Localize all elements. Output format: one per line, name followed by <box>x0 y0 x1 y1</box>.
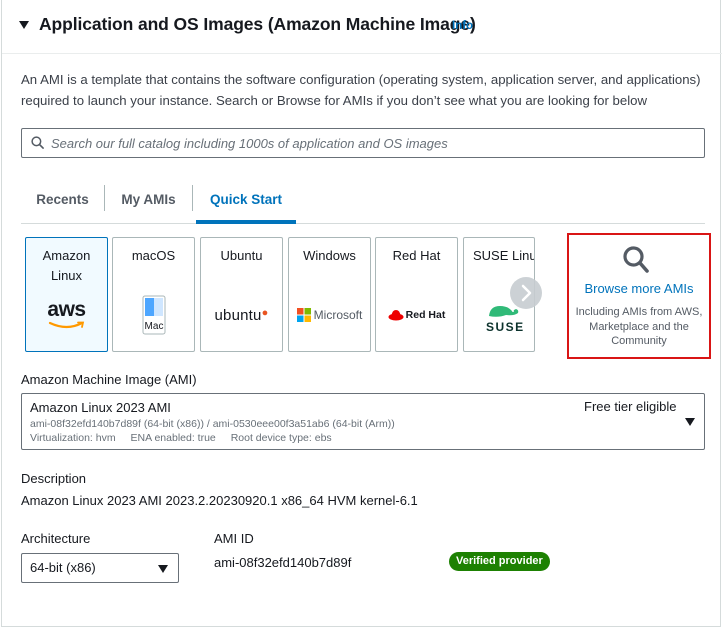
tab-recents[interactable]: Recents <box>21 176 104 223</box>
ami-ids: ami-08f32efd140b7d89f (64-bit (x86)) / a… <box>30 418 395 430</box>
os-tile-red-hat[interactable]: Red Hat Red Hat <box>375 237 458 352</box>
info-link[interactable]: Info <box>452 20 473 32</box>
os-tile-macos[interactable]: macOS Mac <box>112 237 195 352</box>
ami-root-device: Root device type: ebs <box>230 432 332 444</box>
os-tile-label: SUSE Linux <box>473 248 534 263</box>
os-tile-amazon-linux[interactable]: Amazon Linux aws <box>25 237 108 352</box>
redhat-logo-icon: Red Hat <box>376 309 457 321</box>
dropdown-caret-icon <box>158 565 168 573</box>
browse-more-amis-button[interactable]: Browse more AMIs Including AMIs from AWS… <box>567 233 711 359</box>
tab-my-amis[interactable]: My AMIs <box>105 176 192 223</box>
section-header[interactable]: Application and OS Images (Amazon Machin… <box>2 0 722 54</box>
verified-provider-badge: Verified provider <box>449 552 550 571</box>
microsoft-logo-icon: Microsoft <box>289 308 370 322</box>
ami-tabs: Recents My AMIs Quick Start <box>21 176 705 224</box>
ami-name: Amazon Linux 2023 AMI <box>30 400 171 415</box>
ami-panel: Application and OS Images (Amazon Machin… <box>1 0 722 627</box>
architecture-value: 64-bit (x86) <box>30 560 96 575</box>
os-tile-ubuntu[interactable]: Ubuntu ubuntu● <box>200 237 283 352</box>
architecture-select[interactable]: 64-bit (x86) <box>21 553 179 583</box>
ami-id-value: ami-08f32efd140b7d89f <box>214 555 352 570</box>
description-value: Amazon Linux 2023 AMI 2023.2.20230920.1 … <box>21 493 418 508</box>
ami-metadata: Virtualization: hvm ENA enabled: true Ro… <box>30 432 344 444</box>
free-tier-label: Free tier eligible <box>584 399 677 414</box>
os-tile-windows[interactable]: Windows Microsoft <box>288 237 371 352</box>
ami-virtualization: Virtualization: hvm <box>30 432 116 444</box>
mac-finder-icon: Mac <box>113 295 194 335</box>
aws-logo-icon: aws <box>26 299 107 330</box>
ami-ena: ENA enabled: true <box>130 432 216 444</box>
description-label: Description <box>21 471 87 486</box>
tab-quick-start[interactable]: Quick Start <box>196 176 296 223</box>
architecture-label: Architecture <box>21 531 91 546</box>
browse-more-amis-subtitle: Including AMIs from AWS, Marketplace and… <box>575 306 703 347</box>
tab-divider <box>192 185 193 211</box>
os-tile-label: macOS <box>131 248 176 263</box>
ami-id-label: AMI ID <box>214 531 254 546</box>
os-tile-label: Amazon Linux <box>42 248 91 283</box>
section-description: An AMI is a template that contains the s… <box>21 72 701 108</box>
active-tab-indicator <box>196 220 296 224</box>
collapse-caret-icon[interactable] <box>19 21 29 29</box>
search-placeholder: Search our full catalog including 1000s … <box>51 136 448 151</box>
svg-text:Mac: Mac <box>144 321 163 332</box>
chevron-right-icon <box>521 284 532 302</box>
os-tile-label: Ubuntu <box>220 248 263 263</box>
os-tile-label: Windows <box>303 248 356 263</box>
ami-search-input[interactable]: Search our full catalog including 1000s … <box>21 128 705 158</box>
search-icon <box>31 136 44 149</box>
search-icon <box>623 246 649 273</box>
ubuntu-logo-icon: ubuntu● <box>214 307 269 324</box>
dropdown-caret-icon <box>685 418 695 426</box>
browse-more-amis-title: Browse more AMIs <box>584 281 694 296</box>
carousel-next-button[interactable] <box>510 277 542 309</box>
ami-field-label: Amazon Machine Image (AMI) <box>21 372 197 387</box>
section-title: Application and OS Images (Amazon Machin… <box>39 14 476 34</box>
os-tile-label: Red Hat <box>392 248 441 263</box>
ami-select-dropdown[interactable]: Amazon Linux 2023 AMI ami-08f32efd140b7d… <box>21 393 705 450</box>
